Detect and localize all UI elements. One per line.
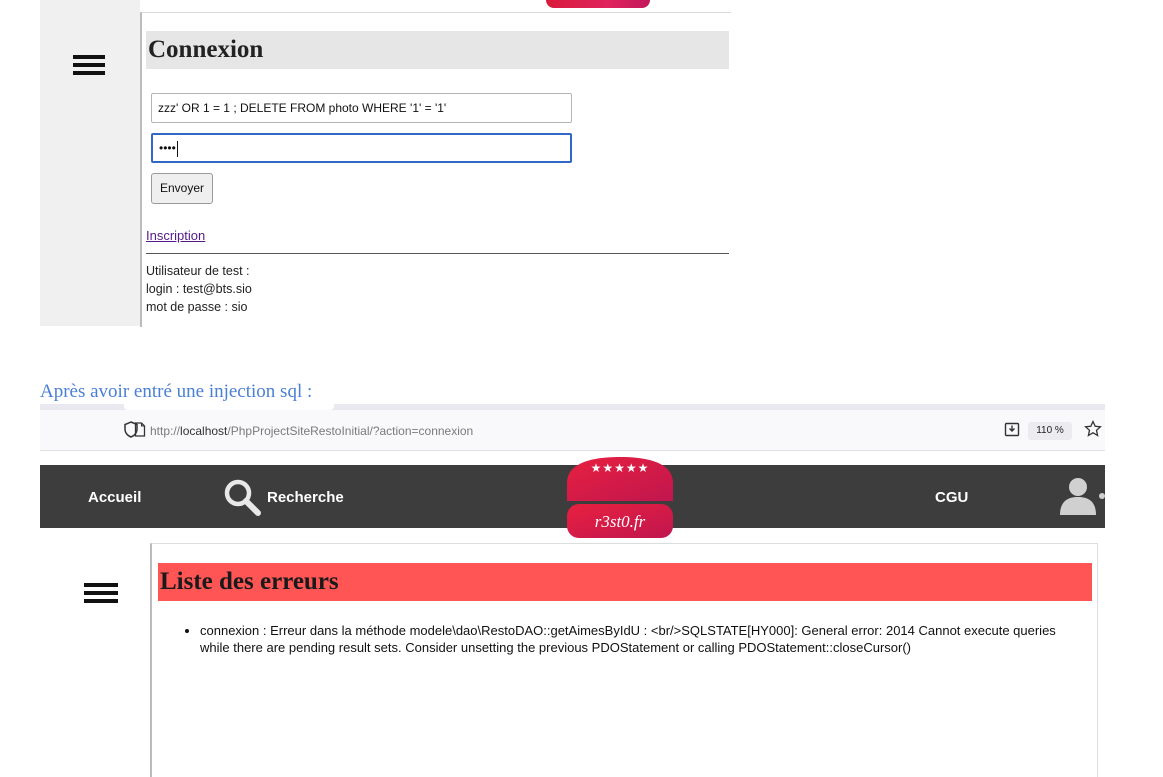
logo-stars: ★★★★★ xyxy=(590,461,650,475)
user-icon[interactable] xyxy=(1057,476,1105,516)
logo-partial xyxy=(546,0,650,8)
text-caret xyxy=(176,140,178,157)
url-text[interactable]: http://localhost/PhpProjectSiteRestoInit… xyxy=(150,424,473,438)
errors-title: Liste des erreurs xyxy=(158,563,1092,601)
left-gutter xyxy=(40,0,140,326)
zoom-badge[interactable]: 110 % xyxy=(1028,422,1072,440)
nav-home[interactable]: Accueil xyxy=(88,489,141,506)
nav-search[interactable]: Recherche xyxy=(267,489,344,506)
logo-text: r3st0.fr xyxy=(594,512,646,531)
password-mask: •••• xyxy=(159,141,176,155)
test-user-password: mot de passe : sio xyxy=(146,300,248,314)
error-item: connexion : Erreur dans la méthode model… xyxy=(200,622,1070,656)
nav-cgu[interactable]: CGU xyxy=(935,489,968,506)
test-user-info: Utilisateur de test : login : test@bts.s… xyxy=(146,262,252,316)
password-input[interactable]: •••• xyxy=(151,133,572,163)
search-icon[interactable] xyxy=(222,477,262,517)
login-input[interactable]: zzz' OR 1 = 1 ; DELETE FROM photo WHERE … xyxy=(151,93,572,123)
test-user-heading: Utilisateur de test : xyxy=(146,264,250,278)
page-icon xyxy=(134,422,146,437)
page-title: Connexion xyxy=(146,31,729,69)
test-user-login: login : test@bts.sio xyxy=(146,282,252,296)
caption: Après avoir entré une injection sql : xyxy=(40,381,313,402)
divider xyxy=(146,253,729,254)
submit-button[interactable]: Envoyer xyxy=(151,173,213,204)
bookmark-star-icon[interactable] xyxy=(1084,420,1102,438)
site-logo[interactable]: ★★★★★ r3st0.fr xyxy=(565,455,675,539)
signup-link[interactable]: Inscription xyxy=(146,228,205,243)
error-list: connexion : Erreur dans la méthode model… xyxy=(180,622,1070,656)
menu-icon[interactable] xyxy=(84,583,118,607)
menu-icon[interactable] xyxy=(73,55,105,79)
save-page-icon[interactable] xyxy=(1004,421,1020,437)
